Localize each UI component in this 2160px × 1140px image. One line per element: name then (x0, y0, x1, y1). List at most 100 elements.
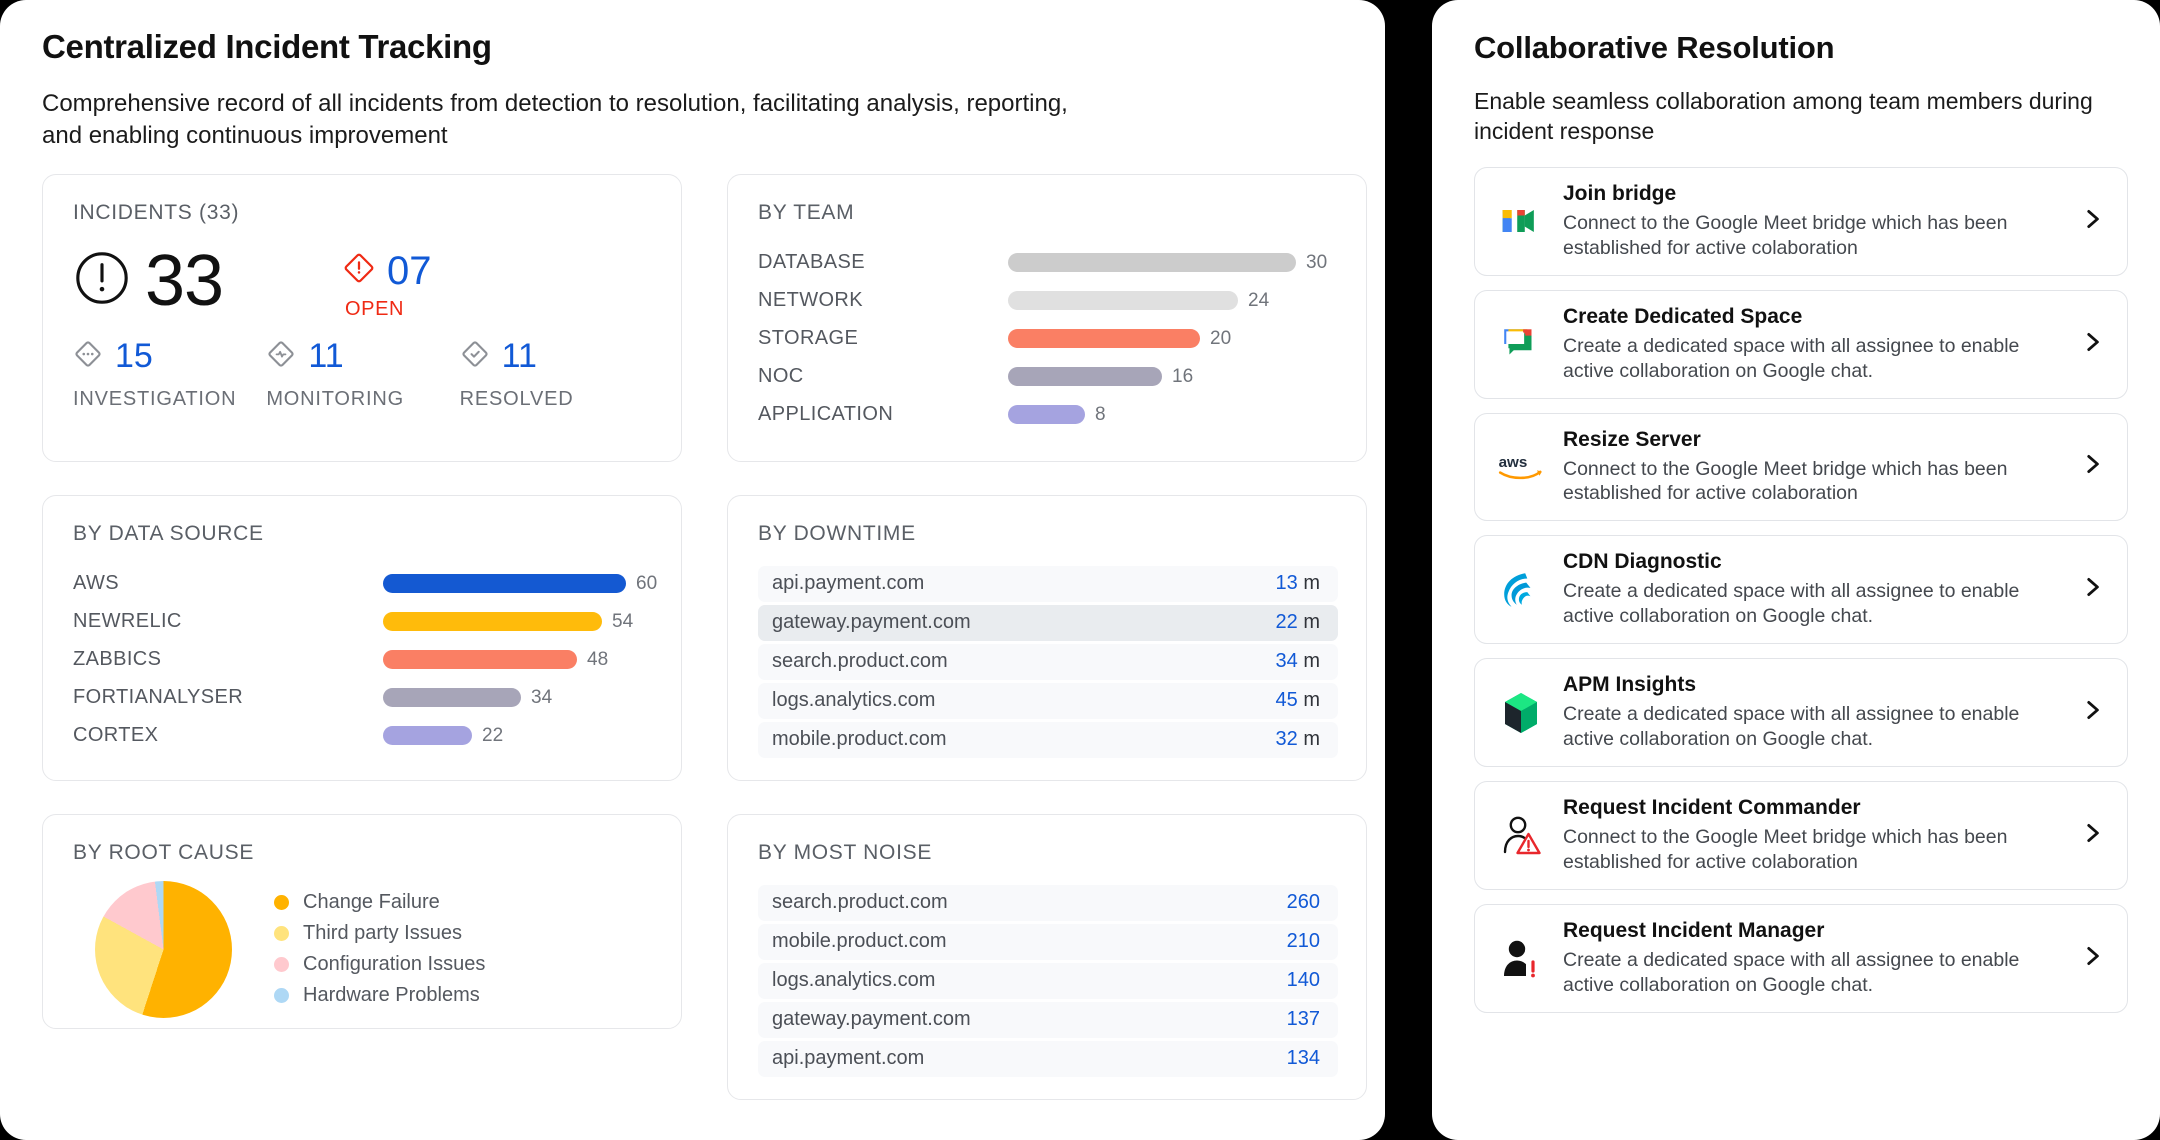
monitoring-diamond-icon (266, 339, 296, 374)
list-row[interactable]: api.payment.com 13 m (758, 565, 1338, 602)
chevron-right-icon[interactable] (2079, 820, 2105, 851)
list-row[interactable]: logs.analytics.com 45 m (758, 682, 1338, 719)
bar-fill (1008, 291, 1238, 311)
list-row[interactable]: mobile.product.com 32 m (758, 721, 1338, 758)
action-card-create-dedicated-space[interactable]: Create Dedicated Space Create a dedicated… (1474, 289, 2128, 399)
list-item-name: gateway.payment.com (772, 611, 971, 634)
collaborative-resolution-subtitle: Enable seamless collaboration among team… (1474, 88, 2093, 145)
bar-track: 20 (1008, 328, 1338, 349)
action-description: Create a dedicated space with all assign… (1563, 949, 2020, 997)
list-item-unit: m (1297, 611, 1320, 634)
chevron-right-icon[interactable] (2079, 697, 2105, 728)
list-item-name: search.product.com (772, 891, 948, 914)
aws-icon: aws (1493, 451, 1549, 483)
by-downtime-title: BY DOWNTIME (758, 521, 916, 545)
bar-track: 24 (1008, 289, 1338, 311)
bar-value: 48 (587, 648, 609, 670)
by-root-cause-card: BY ROOT CAUSE Change Failure Third party … (42, 813, 682, 1029)
incidents-card: INCIDENTS (33) 33 07 OPEN 15 INVESTIGATI… (42, 173, 682, 462)
akamai-icon (1493, 569, 1549, 611)
action-body: CDN Diagnostic Create a dedicated space w… (1563, 550, 2069, 629)
incidents-resolved: 11 RESOLVED (460, 339, 653, 411)
bar-row: FORTIANALYSER 34 (73, 680, 653, 716)
list-item-value: 13 m (1275, 572, 1320, 595)
list-item-value: 45 m (1275, 689, 1320, 712)
page-subtitle: Comprehensive record of all incidents fr… (42, 90, 1068, 149)
list-item-value: 137 (1286, 1008, 1320, 1031)
action-card-join-bridge[interactable]: Join bridge Connect to the Google Meet br… (1474, 166, 2128, 276)
by-data-source-title: BY DATA SOURCE (73, 521, 264, 545)
action-title: Resize Server (1563, 427, 1701, 451)
chevron-right-icon[interactable] (2079, 451, 2105, 482)
dashboard-stage: Centralized Incident Tracking Comprehens… (0, 0, 2160, 1140)
root-cause-legend: Change Failure Third party Issues Configur… (274, 891, 485, 1007)
incidents-secondary-row: 15 INVESTIGATION 11 MONITORING 11 RESOLV… (73, 339, 653, 411)
legend-color-dot (274, 926, 289, 942)
legend-label: Third party Issues (303, 922, 462, 945)
bar-label: NEWRELIC (73, 610, 182, 633)
bar-fill (1008, 329, 1200, 349)
legend-color-dot (274, 988, 289, 1004)
incidents-investigation-value: 15 (115, 337, 153, 376)
incidents-open: 07 OPEN (343, 245, 432, 321)
action-title: Create Dedicated Space (1563, 304, 1803, 328)
bar-label: CORTEX (73, 724, 159, 747)
list-item-value: 32 m (1275, 728, 1320, 751)
list-item-value: 134 (1286, 1047, 1320, 1070)
incidents-card-title: INCIDENTS (33) (73, 200, 240, 224)
action-title: Request Incident Commander (1563, 796, 1861, 820)
bar-value: 24 (1248, 289, 1270, 311)
bar-value: 8 (1095, 403, 1106, 425)
list-item-unit: m (1297, 650, 1320, 673)
legend-item: Change Failure (274, 891, 485, 914)
action-body: Create Dedicated Space Create a dedicated… (1563, 305, 2069, 384)
bar-fill (383, 612, 602, 632)
list-item-value: 140 (1286, 969, 1320, 992)
bar-row: ZABBICS 48 (73, 642, 653, 678)
action-description: Create a dedicated space with all assign… (1563, 580, 2020, 628)
action-card-cdn-diagnostic[interactable]: CDN Diagnostic Create a dedicated space w… (1474, 535, 2128, 645)
list-row[interactable]: gateway.payment.com 137 (758, 1001, 1338, 1038)
by-most-noise-list: search.product.com 260 mobile.product.com 2… (758, 884, 1338, 1077)
action-card-request-incident-commander[interactable]: Request Incident Commander Connect to the… (1474, 781, 2128, 891)
list-row[interactable]: search.product.com 34 m (758, 643, 1338, 680)
list-item-name: mobile.product.com (772, 930, 947, 953)
action-card-apm-insights[interactable]: APM Insights Create a dedicated space wit… (1474, 658, 2128, 768)
by-root-cause-title: BY ROOT CAUSE (73, 840, 255, 864)
action-body: Request Incident Manager Create a dedicat… (1563, 919, 2069, 998)
bar-fill (383, 574, 626, 594)
person-exclaim-icon (1493, 937, 1549, 981)
action-body: APM Insights Create a dedicated space wit… (1563, 673, 2069, 752)
chevron-right-icon[interactable] (2079, 574, 2105, 605)
bar-track: 34 (383, 687, 653, 708)
collaborative-resolution-title: Collaborative Resolution (1474, 30, 1835, 65)
action-body: Resize Server Connect to the Google Meet … (1563, 428, 2069, 507)
list-row[interactable]: mobile.product.com 210 (758, 923, 1338, 960)
list-row[interactable]: logs.analytics.com 140 (758, 962, 1338, 999)
bar-row: NOC 16 (758, 359, 1338, 395)
alert-circle-icon (73, 249, 131, 312)
legend-color-dot (274, 957, 289, 973)
action-card-resize-server[interactable]: aws Resize Server Connect to the Google Me… (1474, 412, 2128, 522)
list-row[interactable]: search.product.com 260 (758, 884, 1338, 921)
list-item-unit: m (1297, 689, 1320, 712)
action-card-request-incident-manager[interactable]: Request Incident Manager Create a dedicat… (1474, 904, 2128, 1014)
chevron-right-icon[interactable] (2079, 329, 2105, 360)
bar-track: 22 (383, 724, 653, 746)
by-downtime-card: BY DOWNTIME api.payment.com 13 m gateway.p… (727, 494, 1367, 781)
bar-value: 22 (482, 724, 504, 746)
chevron-right-icon[interactable] (2079, 943, 2105, 974)
list-row[interactable]: api.payment.com 134 (758, 1040, 1338, 1077)
by-team-card: BY TEAM DATABASE 30 NETWORK 24 STORAGE 20 NOC 1… (727, 173, 1367, 462)
action-description: Connect to the Google Meet bridge which … (1563, 826, 2008, 874)
list-row[interactable]: gateway.payment.com 22 m (758, 604, 1338, 641)
chevron-right-icon[interactable] (2079, 206, 2105, 237)
action-body: Request Incident Commander Connect to the… (1563, 796, 2069, 875)
google-meet-icon (1493, 202, 1549, 240)
bar-value: 30 (1306, 251, 1328, 273)
bar-fill (383, 726, 472, 746)
incidents-monitoring: 11 MONITORING (266, 339, 459, 411)
bar-label: AWS (73, 572, 120, 595)
incidents-resolved-value: 11 (501, 337, 537, 376)
list-item-name: logs.analytics.com (772, 969, 936, 992)
